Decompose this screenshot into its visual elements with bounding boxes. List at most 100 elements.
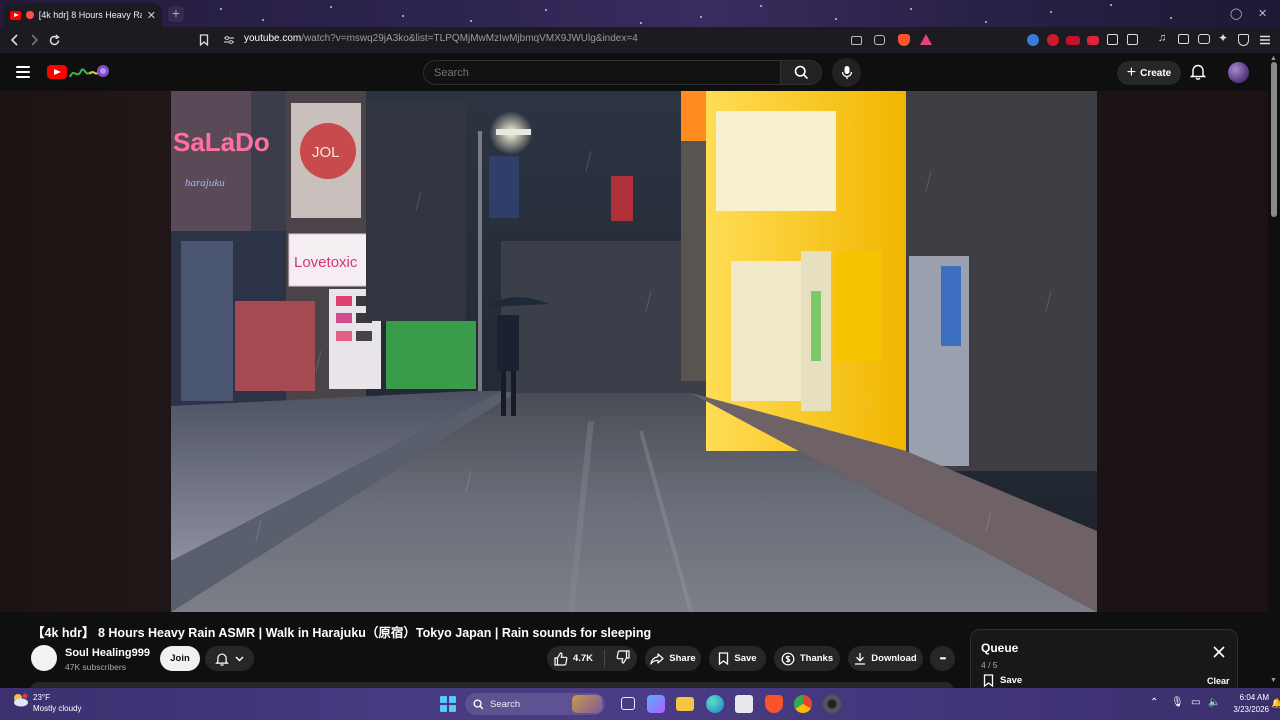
weather-temperature[interactable]: 23°F [33, 693, 50, 702]
dislike-button[interactable] [616, 650, 630, 667]
subscription-notifications-button[interactable] [205, 646, 254, 671]
notification-center-icon[interactable]: 🔔 [1271, 698, 1280, 709]
bookmark-icon [719, 652, 729, 665]
sign-lovetoxic: Lovetoxic [294, 254, 358, 271]
cast-icon[interactable] [851, 36, 862, 45]
window-restore-icon[interactable]: ◯ [1230, 7, 1242, 20]
back-button[interactable] [6, 31, 24, 49]
taskbar-search-box[interactable]: Search [465, 693, 605, 715]
like-count: 4.7K [572, 653, 594, 664]
microsoft-store-icon[interactable] [735, 695, 753, 713]
youtube-favicon-icon [10, 10, 22, 20]
browser-tab-youtube[interactable]: [4k hdr] 8 Hours Heavy Rain ✕ [4, 3, 162, 27]
window-close-icon[interactable]: ✕ [1258, 7, 1267, 20]
extension-red-play-icon[interactable] [1047, 34, 1059, 46]
browser-tab-strip: [4k hdr] 8 Hours Heavy Rain ✕ + ◯ ✕ [0, 0, 1280, 27]
share-page-icon[interactable] [874, 35, 885, 45]
bookmark-icon [983, 674, 994, 687]
task-view-icon[interactable] [621, 697, 635, 710]
microphone-tray-icon[interactable]: 🎙 [1171, 697, 1184, 708]
puzzle-extension-icon[interactable] [1107, 34, 1118, 45]
join-button[interactable]: Join [160, 646, 200, 671]
taskbar-clock-time[interactable]: 6:04 AM [1225, 693, 1269, 702]
notifications-bell-icon[interactable] [1190, 63, 1206, 80]
edge-browser-icon[interactable] [706, 695, 724, 713]
queue-save-label: Save [1000, 675, 1023, 686]
file-explorer-icon[interactable] [676, 697, 694, 711]
extension-blue-icon[interactable] [1027, 34, 1039, 46]
account-avatar[interactable] [1228, 62, 1249, 83]
video-title: 【4k hdr】 8 Hours Heavy Rain ASMR | Walk … [32, 626, 652, 640]
queue-panel: Queue 4 / 5 Save Clear [970, 629, 1238, 691]
scroll-up-arrow-icon[interactable]: ▲ [1270, 55, 1277, 62]
brave-shield-icon[interactable] [898, 34, 910, 46]
microphone-icon [841, 66, 852, 79]
create-button[interactable]: + Create [1117, 61, 1181, 85]
scrollbar-thumb[interactable] [1271, 62, 1277, 217]
save-button[interactable]: Save [709, 646, 766, 671]
vpn-shield-icon[interactable] [1238, 34, 1249, 46]
channel-name[interactable]: Soul Healing999 [65, 647, 150, 659]
close-queue-icon[interactable] [1212, 645, 1226, 659]
media-controls-icon[interactable]: ♫ [1158, 32, 1170, 44]
voice-search-button[interactable] [832, 58, 861, 87]
youtube-logo-icon[interactable] [47, 65, 67, 79]
weather-cloud-icon[interactable] [11, 693, 29, 707]
new-tab-button[interactable]: + [168, 6, 184, 22]
scroll-down-arrow-icon[interactable]: ▼ [1270, 677, 1277, 684]
sign-jol: JOL [312, 144, 340, 161]
address-bar[interactable]: youtube.com/watch?v=mswq29jA3ko&list=TLP… [244, 33, 638, 44]
search-button[interactable] [780, 60, 822, 85]
obs-studio-icon[interactable] [823, 695, 841, 713]
share-button[interactable]: Share [645, 646, 701, 671]
brave-rewards-icon[interactable] [920, 34, 932, 45]
search-highlight-icon [572, 695, 602, 713]
like-button[interactable]: 4.7K [554, 651, 594, 666]
taskbar-clock-date[interactable]: 3/23/2026 [1225, 705, 1269, 714]
browser-toolbar: youtube.com/watch?v=mswq29jA3ko&list=TLP… [0, 27, 1280, 53]
browser-menu-button[interactable] [1256, 31, 1274, 49]
forward-button[interactable] [25, 31, 43, 49]
queue-clear-button[interactable]: Clear [1207, 676, 1230, 686]
queue-save-button[interactable]: Save [983, 674, 1022, 687]
bookmark-button[interactable] [195, 31, 213, 49]
sidebar-toggle-icon[interactable] [1178, 34, 1189, 44]
video-frame[interactable]: SaLaDo harajuku JOL Lovetoxic [171, 91, 1097, 612]
plus-icon: + [1126, 64, 1137, 81]
wallet-icon[interactable] [1198, 34, 1210, 44]
copilot-icon[interactable] [647, 695, 665, 713]
search-box[interactable] [423, 60, 781, 85]
youtube-doodle-logo[interactable] [68, 62, 110, 82]
extension-youtube-icon[interactable] [1087, 36, 1099, 45]
site-info-button[interactable] [220, 31, 238, 49]
like-dislike-group: 4.7K [547, 646, 637, 671]
channel-avatar[interactable] [31, 645, 57, 671]
reload-button[interactable] [45, 31, 63, 49]
windows-taskbar: 23°F Mostly cloudy Search ⌃ 🎙 ▭ 🔈 6:04 A… [0, 688, 1280, 720]
chrome-browser-icon[interactable] [794, 695, 812, 713]
extension-rec-icon[interactable] [1066, 36, 1080, 45]
screenshot-icon[interactable] [1127, 34, 1138, 45]
volume-tray-icon[interactable]: 🔈 [1208, 697, 1220, 708]
youtube-masthead: + Create [0, 53, 1280, 91]
sign-salado-sub: harajuku [185, 177, 225, 189]
thanks-button[interactable]: Thanks [774, 646, 840, 671]
url-path: /watch?v=mswq29jA3ko&list=TLPQMjMwMzIwMj… [301, 33, 638, 44]
download-button[interactable]: Download [848, 646, 923, 671]
guide-menu-button[interactable] [16, 66, 30, 78]
like-divider [604, 650, 606, 667]
tray-overflow-chevron-icon[interactable]: ⌃ [1150, 697, 1158, 708]
leo-ai-icon[interactable]: ✦ [1218, 31, 1230, 45]
video-scene-rainy-street: SaLaDo harajuku JOL Lovetoxic [171, 91, 1097, 612]
brave-browser-icon[interactable] [765, 695, 783, 713]
queue-position: 4 / 5 [981, 660, 998, 670]
more-dots-icon: ••• [939, 654, 946, 663]
tune-icon [224, 36, 234, 44]
more-actions-button[interactable]: ••• [930, 646, 955, 671]
tab-close-button[interactable]: ✕ [147, 9, 156, 22]
weather-condition[interactable]: Mostly cloudy [33, 704, 81, 713]
windows-start-button[interactable] [440, 696, 456, 712]
search-input[interactable] [434, 67, 764, 79]
tab-title: [4k hdr] 8 Hours Heavy Rain [38, 10, 142, 20]
display-tray-icon[interactable]: ▭ [1191, 697, 1200, 708]
